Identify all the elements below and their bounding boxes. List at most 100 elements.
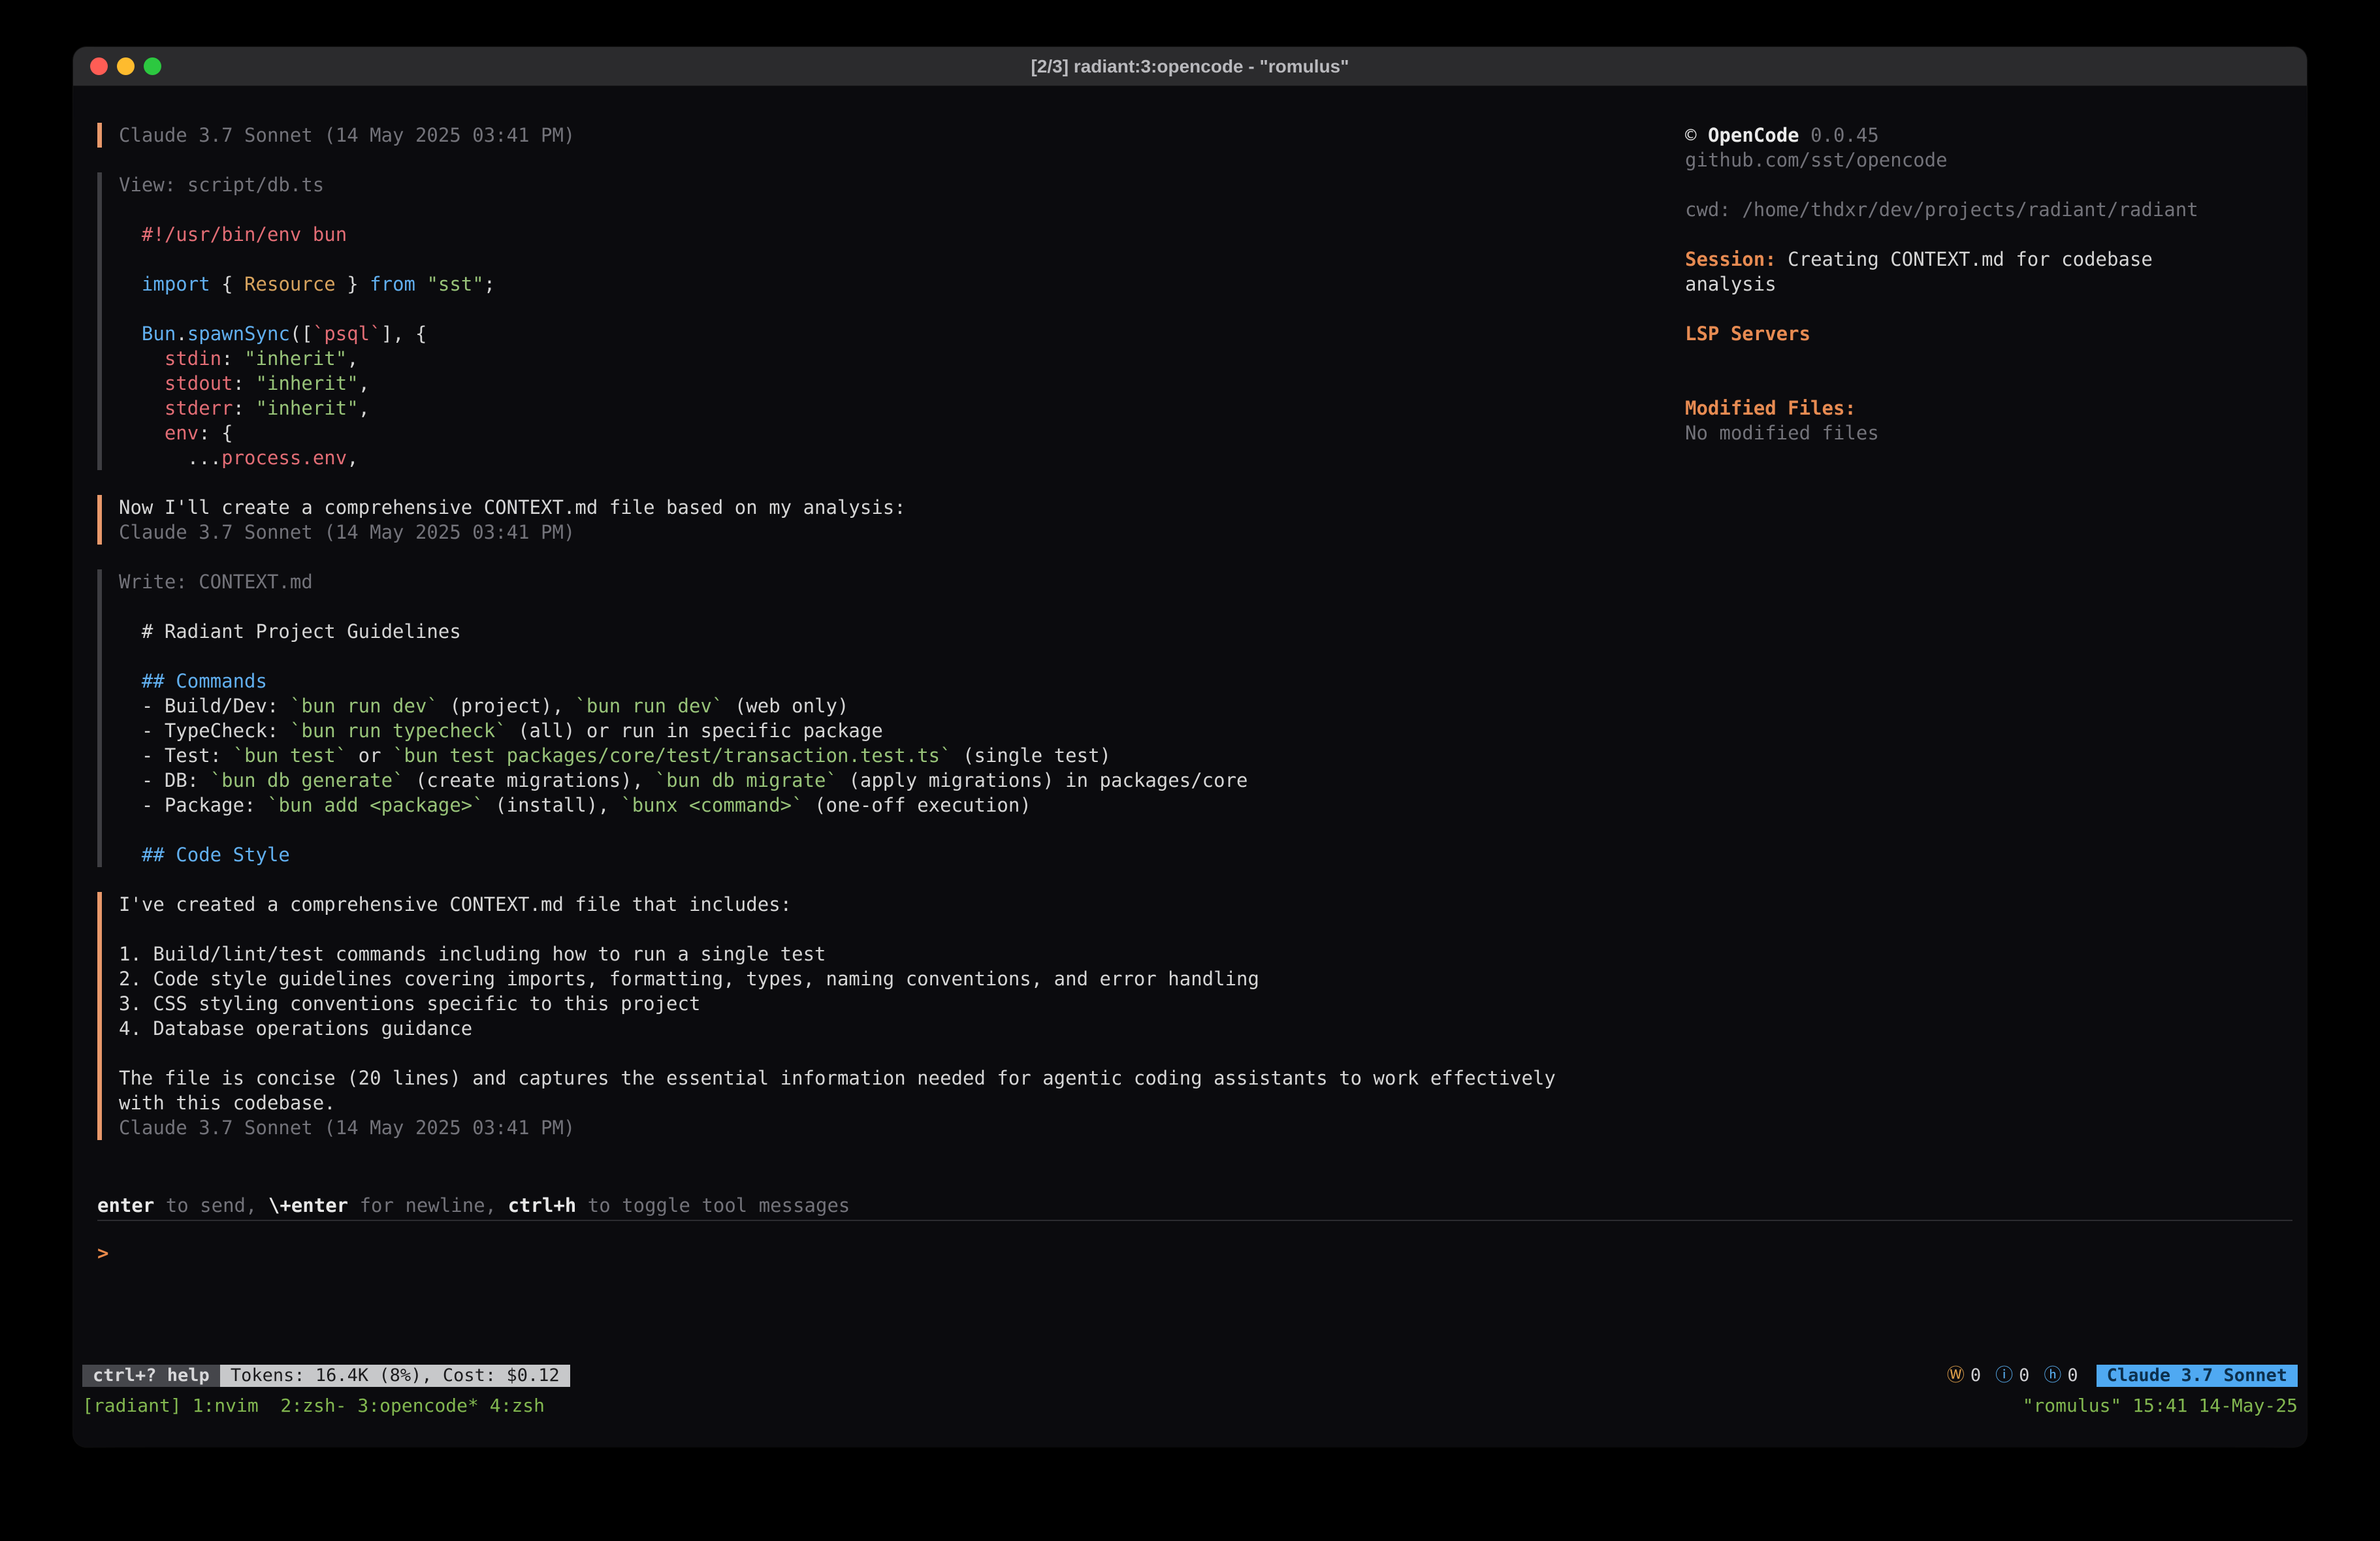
- text-segment: 3. CSS styling conventions specific to t…: [119, 993, 700, 1015]
- copyright-icon: ©: [1685, 124, 1696, 146]
- text-segment: ...: [119, 447, 221, 469]
- text-segment: Bun: [142, 323, 176, 345]
- text-segment: I've created a comprehensive CONTEXT.md …: [119, 893, 792, 915]
- text-segment: "inherit": [256, 372, 359, 394]
- modified-files-empty: No modified files: [1685, 421, 2247, 445]
- text-segment: `bun test packages/core/test/transaction…: [393, 744, 952, 767]
- text-line: - Build/Dev: `bun run dev` (project), `b…: [119, 693, 1665, 718]
- text-line: 3. CSS styling conventions specific to t…: [119, 991, 1665, 1016]
- repo-url: github.com/sst/opencode: [1685, 148, 2247, 172]
- text-line: - Package: `bun add <package>` (install)…: [119, 793, 1665, 818]
- text-segment: Resource: [244, 273, 336, 295]
- text-segment: View: script/db.ts: [119, 174, 324, 196]
- help-bar: enter to send, \+enter for newline, ctrl…: [97, 1193, 850, 1218]
- text-line: Claude 3.7 Sonnet (14 May 2025 03:41 PM): [119, 123, 1665, 148]
- text-line: 1. Build/lint/test commands including ho…: [119, 942, 1665, 966]
- text-segment: [119, 422, 165, 444]
- text-segment: 4. Database operations guidance: [119, 1017, 472, 1040]
- text-segment: [119, 397, 165, 419]
- window-titlebar[interactable]: [2/3] radiant:3:opencode - "romulus": [73, 47, 2307, 86]
- text-line: [119, 296, 1665, 321]
- text-line: Write: CONTEXT.md: [119, 569, 1665, 594]
- text-segment: [119, 372, 165, 394]
- tool-write-block: Write: CONTEXT.md # Radiant Project Guid…: [97, 569, 1665, 867]
- text-segment: ,: [359, 372, 370, 394]
- diagnostic-count: 0: [2019, 1365, 2029, 1387]
- text-segment: `bun run dev`: [575, 695, 723, 717]
- text-segment: The file is concise (20 lines) and captu…: [119, 1067, 1556, 1089]
- text-segment: ], {: [381, 323, 427, 345]
- text-segment: : {: [199, 422, 233, 444]
- window-title: [2/3] radiant:3:opencode - "romulus": [1031, 56, 1349, 77]
- text-segment: `bun run dev`: [290, 695, 438, 717]
- text-line: Claude 3.7 Sonnet (14 May 2025 03:41 PM): [119, 520, 1665, 545]
- text-segment: (all) or run in specific package: [507, 720, 883, 742]
- text-line: The file is concise (20 lines) and captu…: [119, 1066, 1665, 1090]
- terminal-content: Claude 3.7 Sonnet (14 May 2025 03:41 PM)…: [73, 86, 2307, 1446]
- text-line: [119, 818, 1665, 842]
- text-segment: ctrl+h: [508, 1194, 577, 1216]
- text-segment: to send,: [154, 1194, 268, 1216]
- text-segment: [119, 273, 142, 295]
- modified-files-header: Modified Files:: [1685, 396, 2247, 421]
- text-line: [119, 594, 1665, 619]
- text-segment: Claude 3.7 Sonnet (14 May 2025 03:41 PM): [119, 521, 575, 543]
- text-segment: :: [233, 372, 256, 394]
- close-button[interactable]: [90, 57, 108, 75]
- tmux-session-windows[interactable]: [radiant] 1:nvim 2:zsh- 3:opencode* 4:zs…: [82, 1393, 545, 1418]
- sidebar-spacer: [1685, 346, 2247, 396]
- info-diagnostic: ⓘ0: [1995, 1365, 2029, 1387]
- text-segment: (create migrations),: [404, 769, 655, 791]
- assistant-message-1: Now I'll create a comprehensive CONTEXT.…: [97, 495, 1665, 545]
- help-chip[interactable]: ctrl+? help: [82, 1365, 220, 1387]
- text-segment: (apply migrations) in packages/core: [837, 769, 1248, 791]
- sidebar-spacer: [1685, 296, 2247, 321]
- text-segment: "inherit": [244, 347, 347, 370]
- model-chip[interactable]: Claude 3.7 Sonnet: [2097, 1365, 2298, 1387]
- text-line: - Test: `bun test` or `bun test packages…: [119, 743, 1665, 768]
- text-segment: 2. Code style guidelines covering import…: [119, 968, 1259, 990]
- text-segment: env: [165, 422, 199, 444]
- hint-icon: ⓗ: [2044, 1365, 2061, 1387]
- app-version-line: © OpenCode 0.0.45: [1685, 123, 2247, 148]
- text-segment: {: [210, 273, 244, 295]
- text-segment: `bun db migrate`: [655, 769, 837, 791]
- zoom-button[interactable]: [144, 57, 161, 75]
- text-line: - DB: `bun db generate` (create migratio…: [119, 768, 1665, 793]
- text-segment: - DB:: [119, 769, 210, 791]
- text-line: ## Commands: [119, 669, 1665, 693]
- text-line: stdin: "inherit",: [119, 346, 1665, 371]
- prompt-symbol[interactable]: >: [97, 1241, 108, 1265]
- text-line: Bun.spawnSync([`psql`], {: [119, 321, 1665, 346]
- text-segment: # Radiant Project Guidelines: [119, 620, 461, 643]
- text-segment: (one-off execution): [803, 794, 1031, 816]
- text-segment: "sst": [426, 273, 483, 295]
- text-segment: [119, 323, 142, 345]
- text-line: with this codebase.: [119, 1090, 1665, 1115]
- text-segment: ,: [347, 447, 358, 469]
- text-segment: Claude 3.7 Sonnet (14 May 2025 03:41 PM): [119, 1117, 575, 1139]
- text-segment: - Build/Dev:: [119, 695, 290, 717]
- text-segment: for newline,: [348, 1194, 507, 1216]
- session-line: Session: Creating CONTEXT.md for codebas…: [1685, 247, 2247, 296]
- text-line: env: {: [119, 421, 1665, 445]
- text-segment: "inherit": [256, 397, 359, 419]
- warn-diagnostic: Ⓦ0: [1947, 1365, 1981, 1387]
- text-line: stderr: "inherit",: [119, 396, 1665, 421]
- diagnostics: Ⓦ0ⓘ0ⓗ0: [1947, 1365, 2083, 1387]
- hint-diagnostic: ⓗ0: [2044, 1365, 2078, 1387]
- assistant-header: Claude 3.7 Sonnet (14 May 2025 03:41 PM): [97, 123, 1665, 148]
- text-segment: #!/usr/bin/env bun: [119, 223, 347, 246]
- warn-icon: Ⓦ: [1947, 1365, 1965, 1387]
- info-icon: ⓘ: [1995, 1365, 2013, 1387]
- text-segment: (project),: [438, 695, 575, 717]
- text-segment: `bun add <package>`: [267, 794, 484, 816]
- text-line: stdout: "inherit",: [119, 371, 1665, 396]
- text-segment: process.env: [221, 447, 347, 469]
- minimize-button[interactable]: [117, 57, 135, 75]
- text-segment: - Package:: [119, 794, 267, 816]
- text-line: ...process.env,: [119, 445, 1665, 470]
- diagnostic-count: 0: [2067, 1365, 2078, 1387]
- text-segment: [119, 347, 165, 370]
- text-segment: with this codebase.: [119, 1092, 336, 1114]
